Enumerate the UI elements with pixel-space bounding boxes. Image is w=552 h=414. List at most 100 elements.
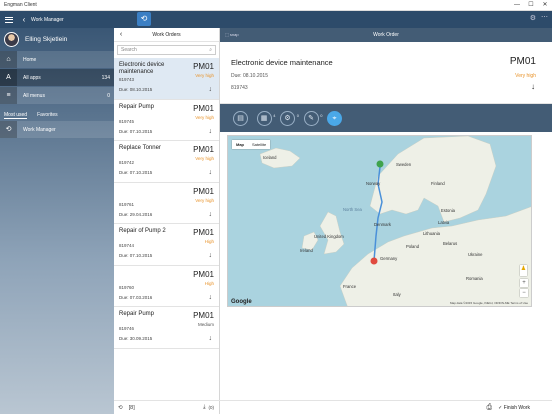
back-arrow-icon[interactable]: ‹: [19, 15, 29, 24]
download-arrow-icon[interactable]: ↓: [209, 335, 213, 342]
sync-icon[interactable]: ⟲: [137, 12, 151, 26]
tab-location[interactable]: ⌖: [327, 110, 342, 126]
order-priority: Very high: [195, 114, 214, 120]
work-manager-icon: ⟲: [0, 121, 17, 138]
list-item[interactable]: PM01 High 819760 Due: 07.03.2016 ↓: [114, 266, 219, 307]
zoom-in-button[interactable]: +: [520, 279, 528, 287]
map-copyright[interactable]: Map data ©2015 Google, INEGI, ORION-ME T…: [450, 301, 528, 305]
refresh-icon[interactable]: ⟲: [118, 405, 123, 411]
sidebar-item-label: All menus: [23, 92, 45, 99]
sidebar-app-work-manager[interactable]: ⟲ Work Manager: [0, 121, 114, 138]
list-item[interactable]: Replace Tonner PM01 Very high 819742 Due…: [114, 141, 219, 183]
order-name: Repair Pump: [119, 103, 155, 110]
download-arrow-icon[interactable]: ↓: [209, 294, 213, 301]
tab-details[interactable]: ▤: [233, 110, 248, 126]
apps-icon: A: [0, 69, 17, 86]
list-item[interactable]: PM01 Very high 819761 Due: 29.04.2016 ↓: [114, 183, 219, 224]
snap-button[interactable]: ⬚ snap: [225, 32, 239, 37]
download-arrow-icon[interactable]: ↓: [209, 252, 213, 259]
order-due: Due: 07.03.2016: [119, 294, 153, 300]
more-options-icon[interactable]: ⋯: [541, 13, 548, 21]
order-due: Due: 08.10.2015: [231, 73, 268, 79]
download-arrow-icon[interactable]: ↓: [209, 169, 213, 176]
map-label-united-kingdom: United Kingdom: [314, 234, 344, 239]
download-arrow-icon[interactable]: ↓: [209, 128, 213, 135]
user-profile[interactable]: Elling Skjetlein: [0, 28, 114, 50]
menu-list-icon: ≡: [0, 87, 17, 104]
list-item[interactable]: Repair of Pump 2 PM01 High 819744 Due: 0…: [114, 224, 219, 266]
order-due: Due: 30.09.2015: [119, 336, 153, 341]
work-orders-panel: ‹ Work Orders Search ⌕ Electronic device…: [114, 28, 220, 414]
order-code: PM01: [193, 145, 214, 154]
tab-map[interactable]: Map: [232, 140, 248, 149]
order-name: Replace Tonner: [119, 145, 161, 151]
order-due: Due: 07.10.2015: [119, 253, 153, 258]
order-name: Repair of Pump 2: [119, 228, 166, 234]
tab-badge: 0: [320, 112, 323, 118]
close-window-button[interactable]: ✕: [538, 0, 552, 11]
back-arrow-icon[interactable]: ‹: [114, 31, 128, 38]
download-arrow-icon[interactable]: ↓: [531, 82, 535, 91]
order-code: PM01: [193, 311, 214, 320]
search-input[interactable]: Search ⌕: [117, 45, 216, 55]
tab-favorites[interactable]: Favorites: [37, 112, 58, 119]
maximize-button[interactable]: ☐: [524, 0, 538, 11]
map-type-switch[interactable]: Map Satellite: [232, 140, 271, 149]
order-due: Due: 07.10.2015: [119, 128, 153, 134]
order-id: 819746: [119, 326, 135, 331]
paperclip-icon: ✎: [308, 114, 314, 122]
map-label-denmark: Denmark: [374, 222, 391, 227]
work-order-header: ⬚ snap Work Order: [220, 28, 552, 42]
map-label-ukraine: Ukraine: [468, 252, 483, 257]
tab-most-used[interactable]: Most used: [4, 112, 28, 119]
selection-count[interactable]: [8]: [129, 405, 135, 411]
sidebar-item-count: 134: [101, 74, 110, 81]
order-code: PM01: [193, 103, 214, 113]
location-map[interactable]: Map Satellite Iceland Norway Sweden Finl…: [227, 135, 532, 307]
finish-work-label: Finish Work: [503, 404, 530, 411]
download-count: (0): [208, 405, 215, 410]
list-item[interactable]: Repair Pump PM01 Very high 819745 Due: 0…: [114, 100, 219, 141]
download-arrow-icon[interactable]: ↓: [209, 86, 213, 93]
zoom-out-button[interactable]: −: [520, 289, 528, 297]
order-code: PM01: [509, 56, 536, 67]
order-id: 819760: [119, 284, 135, 290]
page-title: Work Order: [373, 32, 399, 38]
tab-attachments[interactable]: ✎ 0: [303, 110, 323, 126]
tab-calendar[interactable]: ▦ 4: [256, 110, 276, 126]
tab-operations[interactable]: ⚙ 0: [280, 110, 299, 126]
work-orders-header: ‹ Work Orders: [114, 28, 219, 42]
order-priority: Very high: [195, 156, 214, 161]
tab-satellite[interactable]: Satellite: [248, 140, 270, 149]
start-marker-icon: [376, 160, 384, 168]
order-id: 819743: [231, 85, 248, 91]
hamburger-menu-icon[interactable]: [0, 11, 17, 28]
document-icon: ▤: [237, 114, 244, 122]
sidebar-item-count: 0: [107, 92, 110, 99]
sidebar-item-home[interactable]: ⌂ Home: [0, 51, 114, 68]
download-icon[interactable]: ⤓: [203, 404, 205, 411]
search-icon[interactable]: ⌕: [209, 47, 212, 53]
sidebar-item-all-apps[interactable]: A All apps 134: [0, 69, 114, 86]
street-view-icon[interactable]: ♟: [520, 265, 527, 276]
map-label-france: France: [343, 284, 357, 289]
order-priority: Very high: [515, 73, 536, 79]
order-code: PM01: [193, 62, 214, 71]
order-due: Due: 29.04.2016: [119, 211, 153, 217]
list-item[interactable]: Repair Pump PM01 Medium 819746 Due: 30.0…: [114, 307, 219, 349]
finish-work-button[interactable]: ✓ Finish Work: [498, 405, 530, 411]
sidebar-item-all-menus[interactable]: ≡ All menus 0: [0, 87, 114, 104]
minimize-button[interactable]: —: [510, 0, 524, 11]
map-label-ireland: Ireland: [300, 248, 313, 253]
sidebar-item-label: Home: [23, 56, 37, 63]
order-due: Due: 08.10.2015: [119, 87, 153, 92]
map-label-germany: Germany: [380, 256, 398, 261]
list-item[interactable]: Electronic device maintenance PM01 Very …: [114, 58, 219, 100]
order-code: PM01: [193, 228, 214, 237]
location-pin-icon: ⌖: [332, 114, 337, 122]
user-settings-icon[interactable]: ⚙: [530, 14, 536, 22]
order-name: Repair Pump: [119, 311, 155, 317]
map-label-estonia: Estonia: [441, 208, 455, 213]
download-arrow-icon[interactable]: ↓: [209, 211, 213, 218]
print-icon[interactable]: ⎙: [486, 404, 492, 412]
